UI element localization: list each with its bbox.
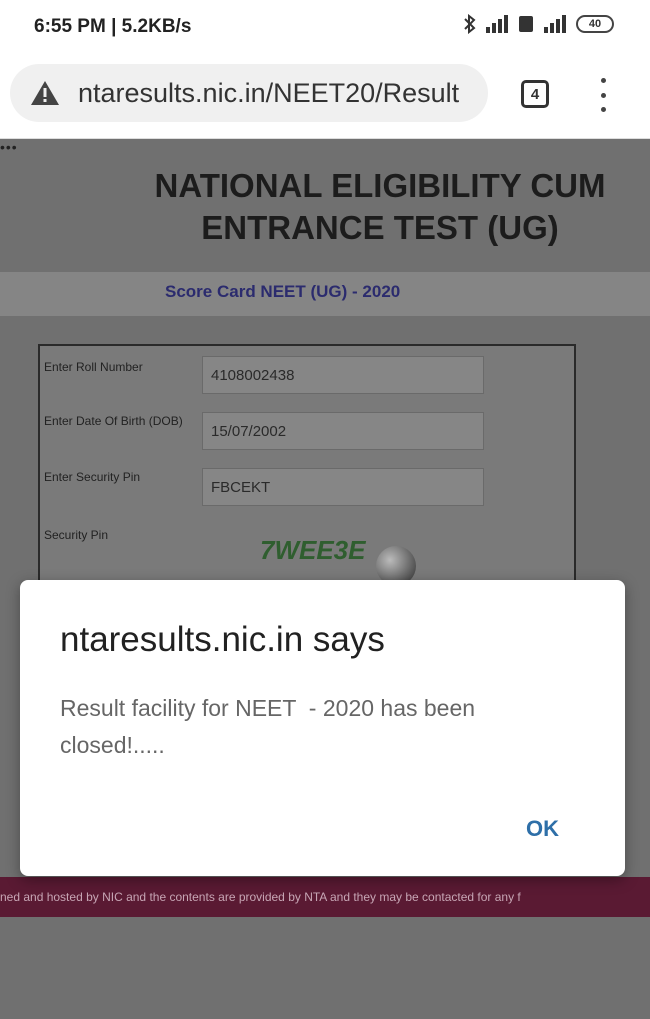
- ok-button[interactable]: OK: [526, 816, 559, 842]
- page-title: NATIONAL ELIGIBILITY CUM ENTRANCE TEST (…: [154, 167, 606, 246]
- browser-toolbar: ntaresults.nic.in/NEET20/Result 4: [0, 56, 650, 139]
- battery-icon: 40: [576, 15, 614, 33]
- status-icons: 40: [464, 14, 614, 34]
- alert-dialog: ntaresults.nic.in says Result facility f…: [20, 580, 625, 876]
- security-pin-input[interactable]: FBCEKT: [202, 468, 484, 506]
- status-time: 6:55 PM | 5.2KB/s: [34, 16, 192, 37]
- roll-number-label: Enter Roll Number: [44, 360, 143, 374]
- score-card-title: Score Card NEET (UG) - 2020: [165, 282, 401, 301]
- captcha-image: 7WEE3E: [260, 535, 366, 565]
- dialog-message: Result facility for NEET - 2020 has been…: [60, 695, 482, 758]
- roll-number-input[interactable]: 4108002438: [202, 356, 484, 394]
- dob-input[interactable]: 15/07/2002: [202, 412, 484, 450]
- page-dots: •••: [0, 139, 18, 155]
- security-pin-label: Enter Security Pin: [44, 470, 141, 484]
- more-menu-icon[interactable]: [597, 78, 609, 112]
- login-form: Enter Roll Number 4108002438 Enter Date …: [38, 344, 576, 588]
- status-bar: 6:55 PM | 5.2KB/s 40: [0, 0, 650, 56]
- url-text[interactable]: ntaresults.nic.in/NEET20/Result: [78, 78, 482, 109]
- signal-icon: [486, 15, 508, 33]
- captcha-label: Security Pin: [44, 528, 109, 542]
- tab-switcher-button[interactable]: 4: [521, 80, 549, 108]
- dialog-title: ntaresults.nic.in says: [60, 620, 385, 659]
- address-bar[interactable]: ntaresults.nic.in/NEET20/Result: [10, 64, 488, 122]
- footer-disclaimer: ned and hosted by NIC and the contents a…: [0, 877, 650, 917]
- dob-label: Enter Date Of Birth (DOB): [44, 414, 183, 428]
- web-page: ••• NATIONAL ELIGIBILITY CUM ENTRANCE TE…: [0, 139, 650, 1019]
- signal-icon-2: [544, 15, 566, 33]
- warning-icon[interactable]: [30, 79, 60, 107]
- bluetooth-icon: [464, 14, 476, 34]
- sim-icon: [519, 16, 533, 32]
